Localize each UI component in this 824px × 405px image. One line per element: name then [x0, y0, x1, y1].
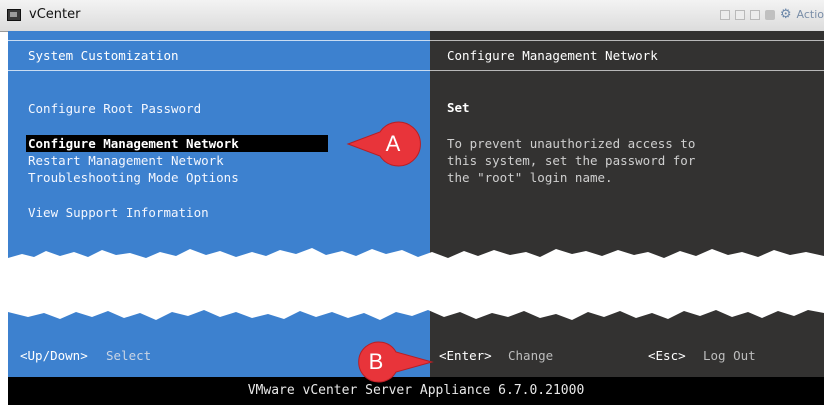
- console-window-icon: [7, 9, 21, 21]
- dcui-console[interactable]: System Customization Configure Root Pass…: [8, 31, 824, 377]
- window-title: vCenter: [29, 7, 81, 22]
- footer-key-enter: <Enter>: [439, 348, 492, 363]
- menu-item-restart-management-network[interactable]: Restart Management Network: [28, 152, 224, 169]
- panel-title: System Customization: [28, 48, 179, 63]
- footer-action-log-out: Log Out: [703, 348, 756, 363]
- menu-item-troubleshooting-mode-options[interactable]: Troubleshooting Mode Options: [28, 169, 239, 186]
- set-label: Set: [447, 100, 470, 115]
- torn-paper-gap: [8, 248, 824, 320]
- window-control-icon[interactable]: [734, 9, 745, 20]
- menu-item-configure-root-password[interactable]: Configure Root Password: [28, 100, 201, 117]
- window-control-icon[interactable]: [749, 9, 760, 20]
- menu-item-configure-management-network[interactable]: Configure Management Network: [26, 135, 328, 152]
- actions-menu[interactable]: Actio: [797, 8, 824, 21]
- callout-b-label: B: [368, 349, 384, 374]
- panel-title: Configure Management Network: [447, 48, 658, 63]
- footer-key-up-down: <Up/Down>: [20, 348, 88, 363]
- left-panel-header: System Customization: [8, 40, 430, 71]
- footer-action-select: Select: [106, 348, 152, 363]
- window-control-icon[interactable]: [719, 9, 730, 20]
- appliance-version-text: VMware vCenter Server Appliance 6.7.0.21…: [247, 383, 585, 398]
- right-panel-header: Configure Management Network: [430, 40, 824, 71]
- menu-item-view-support-information[interactable]: View Support Information: [28, 204, 209, 221]
- callout-a-label: A: [385, 131, 401, 156]
- detail-description: To prevent unauthorized access to this s…: [447, 136, 696, 185]
- window-title-bar: vCenter ⚙ Actio: [0, 0, 824, 32]
- alert-icon[interactable]: [764, 9, 775, 20]
- footer-key-esc: <Esc>: [648, 348, 686, 363]
- title-bar-controls: ⚙ Actio: [719, 8, 824, 21]
- footer-action-change: Change: [508, 348, 554, 363]
- gear-icon[interactable]: ⚙: [780, 8, 792, 21]
